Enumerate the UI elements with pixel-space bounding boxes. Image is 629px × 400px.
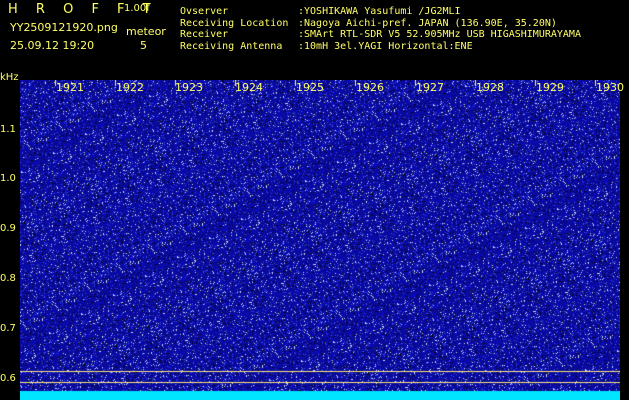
time-tick-label: 1925 xyxy=(296,81,324,94)
info-label-observer: Ovserver xyxy=(180,6,229,17)
time-tick-label: 1926 xyxy=(356,81,384,94)
info-value-receiver: :SMArt RTL-SDR V5 52.905MHz USB HIGASHIM… xyxy=(298,29,581,40)
info-values: :YOSHIKAWA Yasufumi /JG2MLI :Nagoya Aich… xyxy=(298,6,581,52)
y-tick-label: 1.1 xyxy=(0,124,16,135)
info-value-antenna: :10mH 3el.YAGI Horizontal:ENE xyxy=(298,40,473,52)
meteor-count: 5 xyxy=(140,39,147,52)
time-tick-label: 1923 xyxy=(175,81,203,94)
info-label-receiver: Receiver xyxy=(180,29,229,40)
y-tick-label: 1.0 xyxy=(0,173,16,184)
info-value-observer: :YOSHIKAWA Yasufumi /JG2MLI xyxy=(298,6,461,17)
time-tick-label: 1927 xyxy=(416,81,444,94)
axis-unit: kHz xyxy=(0,72,19,83)
info-value-location: :Nagoya Aichi-pref. JAPAN (136.90E, 35.2… xyxy=(298,17,557,29)
datetime-label: 25.09.12 19:20 xyxy=(10,39,95,52)
info-label-location: Receiving Location xyxy=(180,17,289,29)
info-label-antenna: Receiving Antenna xyxy=(180,40,283,52)
y-tick-label: 0.9 xyxy=(0,223,16,234)
meteor-label: meteor xyxy=(126,25,166,38)
spectrogram-canvas xyxy=(20,80,620,400)
version-label: 1.00f xyxy=(124,3,150,14)
y-tick-label: 0.8 xyxy=(0,273,16,284)
info-labels: Ovserver Receiving Location Receiver Rec… xyxy=(180,6,288,52)
time-tick-label: 1930 xyxy=(596,81,624,94)
filename-label: YY2509121920.png xyxy=(10,21,118,34)
time-tick-label: 1928 xyxy=(476,81,504,94)
time-tick-label: 1921 xyxy=(56,81,84,94)
time-tick-label: 1922 xyxy=(116,81,144,94)
time-tick-label: 1924 xyxy=(235,81,263,94)
y-tick-label: 0.6 xyxy=(0,373,16,384)
time-tick-label: 1929 xyxy=(536,81,564,94)
y-tick-label: 0.7 xyxy=(0,323,16,334)
